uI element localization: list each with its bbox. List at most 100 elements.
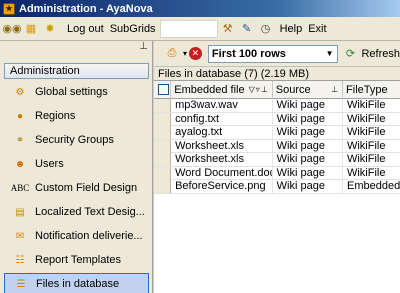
calendar-icon[interactable]: ◷ [258,21,274,37]
sidebar-item-users[interactable]: ☻ Users [4,153,149,175]
sidebar-item-label: Localized Text Desig... [35,206,145,218]
table-row[interactable]: mp3wav.wav Wiki page WikiFile [154,99,400,113]
abc-icon: ABC [10,183,30,193]
source-cell: Wiki page [273,99,343,112]
source-cell: Wiki page [273,139,343,153]
row-selector[interactable] [154,180,172,193]
sidebar-item-label: Report Templates [35,254,122,266]
refresh-icon[interactable]: ⟳ [343,46,359,62]
sidebar-item-label: Security Groups [35,134,114,146]
sidebar-group-header[interactable]: Administration [4,63,149,79]
toolbar-input[interactable] [159,19,218,38]
filetype-cell: WikiFile [346,166,386,179]
admin-sidebar: ⊥ Administration ⚙ Global settings ● Reg… [0,41,153,293]
subgrids-button[interactable]: SubGrids [110,23,156,35]
file-name-cell: Word Document.doc [171,166,273,180]
toolbar-group-1: ◉◉ ▦ ✸ [2,21,61,37]
table-row[interactable]: Worksheet.xls Wiki page WikiFile [154,139,400,153]
pin-icon[interactable]: ⊥ [331,85,339,94]
refresh-button[interactable]: Refresh [361,48,400,60]
tools-icon[interactable]: ⚒ [220,21,236,37]
help-button[interactable]: Help [280,23,303,35]
sort-filter-pin-icon[interactable]: ▽▿⊥ [249,85,269,94]
column-header-embedded-file[interactable]: Embedded file ▽▿⊥ [171,80,273,99]
table-row[interactable]: Word Document.doc Wiki page WikiFile [154,166,400,180]
row-selector[interactable] [154,166,172,180]
logout-button[interactable]: Log out [67,23,104,35]
source-cell: Wiki page [273,180,343,193]
sidebar-item-label: Custom Field Design [35,182,138,194]
sidebar-item-global-settings[interactable]: ⚙ Global settings [4,81,149,103]
sidebar-item-regions[interactable]: ● Regions [4,105,149,127]
grid-header-row: Embedded file ▽▿⊥ Source ⊥ FileType [154,80,400,99]
files-panel: ⎙ ▾ ✕ First 100 rows ▼ ⟳ Refresh Files i… [154,41,400,293]
grid-caption: Files in database (7) (2.19 MB) [154,67,400,81]
report-icon: ☷ [15,254,25,266]
sidebar-item-label: Regions [35,110,76,122]
notes-icon[interactable]: ✎ [239,21,255,37]
source-cell: Wiki page [273,166,343,180]
column-header-label: FileType [346,83,388,96]
globe-icon: ● [16,110,24,122]
ayanova-app-icon: ★ [3,2,15,15]
row-selector[interactable] [154,99,172,112]
file-name-cell: ayalog.txt [171,126,273,139]
binoculars-icon[interactable]: ◉◉ [2,21,21,37]
sidebar-item-localized-text[interactable]: ▤ Localized Text Desig... [4,201,149,223]
row-selector[interactable] [154,126,172,139]
file-name-cell: Worksheet.xls [171,139,273,153]
sidebar-item-label: Users [35,158,64,170]
schedule-icon[interactable]: ▦ [23,21,39,37]
filetype-cell: Embedded [346,180,400,192]
table-row[interactable]: ayalog.txt Wiki page WikiFile [154,126,400,140]
row-selector[interactable] [154,139,172,153]
user-icon: ☻ [14,158,26,170]
sidebar-item-report-templates[interactable]: ☷ Report Templates [4,249,149,271]
sidebar-item-notification-deliveries[interactable]: ✉ Notification deliverie... [4,225,149,247]
window-title: Administration - AyaNova [19,2,153,15]
source-cell: Wiki page [273,126,343,139]
sidebar-item-label: Notification deliverie... [35,230,143,242]
sidebar-item-files-in-database[interactable]: ☰ Files in database [4,273,149,293]
clear-filter-icon[interactable]: ✕ [188,47,202,60]
filetype-cell: WikiFile [346,112,386,125]
sidebar-item-label: Files in database [36,278,120,290]
files-icon: ☰ [16,278,26,290]
filetype-cell: WikiFile [346,153,386,165]
settings-star-icon[interactable]: ✸ [42,21,58,37]
file-name-cell: config.txt [171,112,273,126]
source-cell: Wiki page [273,153,343,166]
print-dropdown-arrow-icon[interactable]: ▾ [183,49,187,58]
exit-button[interactable]: Exit [308,23,326,35]
filetype-cell: WikiFile [346,99,386,111]
exit-label: Exit [308,22,327,35]
column-header-label: Source [275,83,311,96]
print-icon[interactable]: ⎙ [164,46,180,62]
row-selector[interactable] [154,153,172,166]
row-limit-select[interactable]: First 100 rows ▼ [207,44,338,63]
text-edit-icon: ▤ [15,206,25,218]
subgrids-label: SubGrids [109,22,156,35]
column-header-label: Embedded file [174,83,245,96]
column-header-filetype[interactable]: FileType [343,81,400,99]
select-all-checkbox[interactable] [158,84,169,95]
table-row[interactable]: config.txt Wiki page WikiFile [154,112,400,126]
table-row[interactable]: BeforeService.png Wiki page Embedded [154,180,400,194]
source-cell: Wiki page [273,112,343,126]
main-toolbar: ◉◉ ▦ ✸ Log out SubGrids ⚒ ✎ ◷ Help Exit [0,17,400,41]
file-name-cell: BeforeService.png [171,180,273,193]
help-label: Help [279,22,303,35]
sidebar-item-security-groups[interactable]: ⚭ Security Groups [4,129,149,151]
sidebar-nav-list: ⚙ Global settings ● Regions ⚭ Security G… [4,81,149,293]
row-selector[interactable] [154,112,172,126]
table-row[interactable]: Worksheet.xls Wiki page WikiFile [154,153,400,167]
row-limit-value: First 100 rows [211,47,286,60]
window-title-bar: ★ Administration - AyaNova [0,0,400,17]
pin-icon[interactable]: ⊥ [139,41,148,52]
filetype-cell: WikiFile [346,139,386,152]
select-all-checkbox-cell[interactable] [154,80,172,99]
gear-icon: ⚙ [15,86,25,98]
filetype-cell: WikiFile [346,126,386,138]
sidebar-item-custom-field-design[interactable]: ABC Custom Field Design [4,177,149,199]
column-header-source[interactable]: Source ⊥ [273,80,344,99]
